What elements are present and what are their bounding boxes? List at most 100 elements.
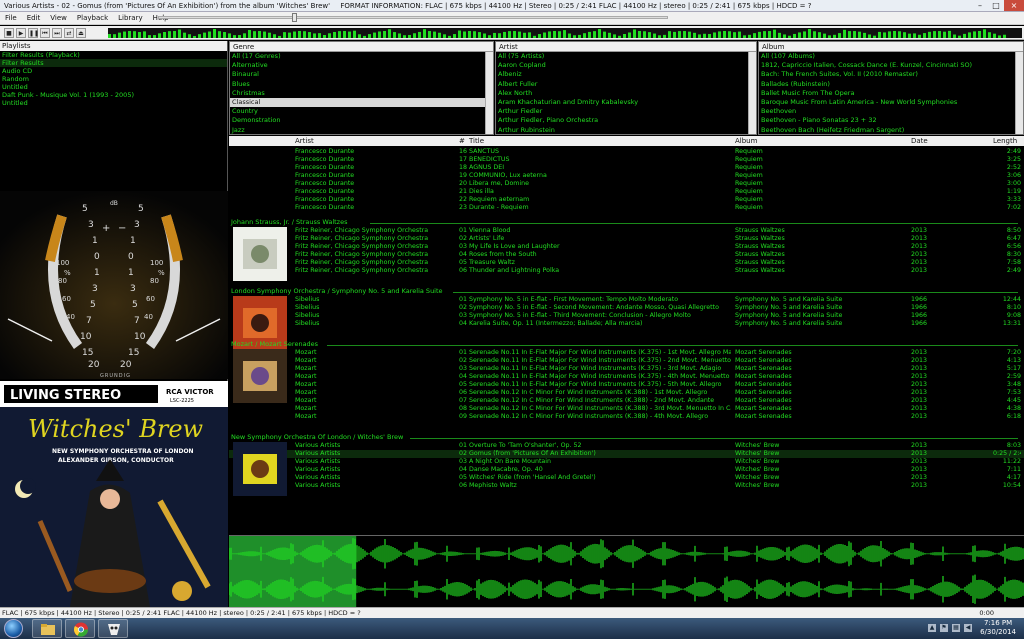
album-item[interactable]: 1812, Capriccio Italien, Cossack Dance (… <box>759 61 1023 70</box>
menu-view[interactable]: View <box>45 14 72 22</box>
artist-item[interactable]: Alex North <box>496 89 756 98</box>
column-artist[interactable]: Artist <box>295 136 314 146</box>
album-item[interactable]: Beethoven <box>759 107 1023 116</box>
seek-knob[interactable] <box>292 13 297 22</box>
previous-button[interactable]: ⏮ <box>40 28 50 38</box>
playlist-item[interactable]: Audio CD <box>0 67 227 75</box>
table-row[interactable]: Mozart 03 Serenade No.11 In E-Flat Major F… <box>229 365 1024 373</box>
close-button[interactable]: × <box>1004 0 1024 11</box>
playlist-item[interactable]: Untitled <box>0 83 227 91</box>
taskbar-player-icon[interactable] <box>98 619 128 638</box>
table-row[interactable]: Mozart 04 Serenade No.11 In E-Flat Major F… <box>229 373 1024 381</box>
taskbar-explorer-icon[interactable] <box>32 619 62 638</box>
artist-item[interactable]: Aram Khachaturian and Dmitry Kabalevsky <box>496 98 756 107</box>
table-row[interactable]: Francesco Durante 19 COMMUNIO, Lux aeterna… <box>229 172 1024 180</box>
playlist-item-selected[interactable]: Filter Results <box>0 59 227 67</box>
genre-item[interactable]: Alternative <box>230 61 493 70</box>
table-row[interactable]: Sibelius 01 Symphony No. 5 in E-flat - Fir… <box>229 296 1024 304</box>
minimize-button[interactable]: – <box>972 0 988 11</box>
album-item[interactable]: Ballet Music From The Opera <box>759 89 1023 98</box>
table-row[interactable]: Francesco Durante 22 Requiem aeternam Requi… <box>229 196 1024 204</box>
artist-item[interactable]: Albeniz <box>496 70 756 79</box>
table-row[interactable]: Mozart 08 Serenade No.12 In C Minor For Wi… <box>229 405 1024 413</box>
table-row[interactable]: Francesco Durante 21 Dies illa Requiem 1:19 <box>229 188 1024 196</box>
artist-item[interactable]: All (75 Artists) <box>496 52 756 61</box>
artist-header[interactable]: Artist <box>496 42 756 52</box>
random-button[interactable]: ⇄ <box>64 28 74 38</box>
tray-network-icon[interactable]: ▦ <box>952 624 960 632</box>
group-header[interactable]: New Symphony Orchestra Of London / Witch… <box>229 433 1024 442</box>
genre-header[interactable]: Genre <box>230 42 493 52</box>
menu-file[interactable]: File <box>0 14 22 22</box>
waveform-seekbar[interactable] <box>229 535 1024 607</box>
pause-button[interactable]: ❚❚ <box>28 28 39 38</box>
play-button[interactable]: ▶ <box>16 28 26 38</box>
table-row[interactable]: Sibelius 04 Karelia Suite, Op. 11 (Interme… <box>229 320 1024 328</box>
eject-button[interactable]: ⏏ <box>76 28 86 38</box>
column-date[interactable]: Date <box>911 136 928 146</box>
menu-edit[interactable]: Edit <box>22 14 46 22</box>
table-row[interactable]: Francesco Durante 18 AGNUS DEI Requiem 2:52 <box>229 164 1024 172</box>
table-row[interactable]: Mozart 07 Serenade No.12 In C Minor For Wi… <box>229 397 1024 405</box>
genre-item[interactable]: Christmas <box>230 89 493 98</box>
genre-item[interactable]: Demonstration <box>230 116 493 125</box>
clock[interactable]: 7:16 PM 6/30/2014 <box>980 619 1016 637</box>
tray-volume-icon[interactable]: ◀ <box>964 624 972 632</box>
taskbar-chrome-icon[interactable] <box>65 619 95 638</box>
playlist-item[interactable]: Filter Results (Playback) <box>0 51 227 59</box>
group-header[interactable]: Mozart / Mozart Serenades <box>229 340 1024 349</box>
start-orb-icon[interactable] <box>4 619 23 638</box>
menu-library[interactable]: Library <box>113 14 147 22</box>
artist-item[interactable]: Arthur Fiedler, Piano Orchestra <box>496 116 756 125</box>
genre-item[interactable]: Jazz <box>230 126 493 135</box>
album-item[interactable]: Ballades (Rubinstein) <box>759 80 1023 89</box>
stop-button[interactable]: ■ <box>4 28 14 38</box>
maximize-button[interactable]: □ <box>988 0 1004 11</box>
table-row[interactable]: Fritz Reiner, Chicago Symphony Orchestra… <box>229 251 1024 259</box>
table-row[interactable]: Fritz Reiner, Chicago Symphony Orchestra… <box>229 267 1024 275</box>
artist-item[interactable]: Arthur Fiedler <box>496 107 756 116</box>
album-scrollbar[interactable] <box>1015 52 1023 134</box>
tray-arrow-icon[interactable]: ▲ <box>928 624 936 632</box>
album-item[interactable]: Beethoven - Piano Sonatas 23 + 32 <box>759 116 1023 125</box>
table-row[interactable]: Mozart 01 Serenade No.11 In E-Flat Major F… <box>229 349 1024 357</box>
table-row[interactable]: Various Artists 05 Witches' Ride (from 'Ha… <box>229 474 1024 482</box>
artist-item[interactable]: Arthur Rubinstein <box>496 126 756 135</box>
tray-flag-icon[interactable]: ⚑ <box>940 624 948 632</box>
table-row[interactable]: Francesco Durante 23 Durante - Requiem Requ… <box>229 204 1024 212</box>
table-row[interactable]: Various Artists 04 Danse Macabre, Op. 40 Wi… <box>229 466 1024 474</box>
genre-item-selected[interactable]: Classical <box>230 98 493 108</box>
table-row[interactable]: Francesco Durante 20 Libera me, Domine Requ… <box>229 180 1024 188</box>
table-row[interactable]: Francesco Durante 17 BENEDICTUS Requiem 3:25 <box>229 156 1024 164</box>
table-row[interactable]: Fritz Reiner, Chicago Symphony Orchestra… <box>229 259 1024 267</box>
table-row[interactable]: Sibelius 02 Symphony No. 5 in E-flat - Sec… <box>229 304 1024 312</box>
table-row[interactable]: Mozart 02 Serenade No.11 In E-Flat Major F… <box>229 357 1024 365</box>
table-row[interactable]: Mozart 09 Serenade No.12 In C Minor For Wi… <box>229 413 1024 421</box>
column-title[interactable]: Title <box>469 136 484 146</box>
column-number[interactable]: # <box>459 136 465 146</box>
table-row[interactable]: Francesco Durante 16 SANCTUS Requiem 2:49 <box>229 148 1024 156</box>
next-button[interactable]: ⏭ <box>52 28 62 38</box>
table-row[interactable]: Fritz Reiner, Chicago Symphony Orchestra… <box>229 243 1024 251</box>
seek-bar[interactable] <box>158 16 668 19</box>
playlist-item[interactable]: Untitled <box>0 99 227 107</box>
album-item[interactable]: Bach: The French Suites, Vol. II (2010 R… <box>759 70 1023 79</box>
table-row[interactable]: Fritz Reiner, Chicago Symphony Orchestra… <box>229 235 1024 243</box>
table-row[interactable]: Various Artists 03 A Night On Bare Mountai… <box>229 458 1024 466</box>
genre-item[interactable]: All (17 Genres) <box>230 52 493 61</box>
menu-playback[interactable]: Playback <box>72 14 113 22</box>
table-row[interactable]: Various Artists 02 Gomus (from 'Pictures O… <box>229 450 1024 458</box>
table-row[interactable]: Various Artists 06 Mephisto Waltz Witches' … <box>229 482 1024 490</box>
genre-item[interactable]: Country <box>230 107 493 116</box>
column-length[interactable]: Length <box>993 136 1017 146</box>
album-item[interactable]: All (107 Albums) <box>759 52 1023 61</box>
table-row[interactable]: Fritz Reiner, Chicago Symphony Orchestra… <box>229 227 1024 235</box>
table-row[interactable]: Various Artists 01 Overture To 'Tam O'shan… <box>229 442 1024 450</box>
genre-item[interactable]: Blues <box>230 80 493 89</box>
genre-scrollbar[interactable] <box>485 52 493 134</box>
group-header[interactable]: Johann Strauss, Jr. / Strauss Waltzes <box>229 218 1024 227</box>
playlist-item[interactable]: Daft Punk - Musique Vol. 1 (1993 - 2005) <box>0 91 227 99</box>
artist-item[interactable]: Aaron Copland <box>496 61 756 70</box>
album-item[interactable]: Baroque Music From Latin America - New W… <box>759 98 1023 107</box>
album-header[interactable]: Album <box>759 42 1023 52</box>
